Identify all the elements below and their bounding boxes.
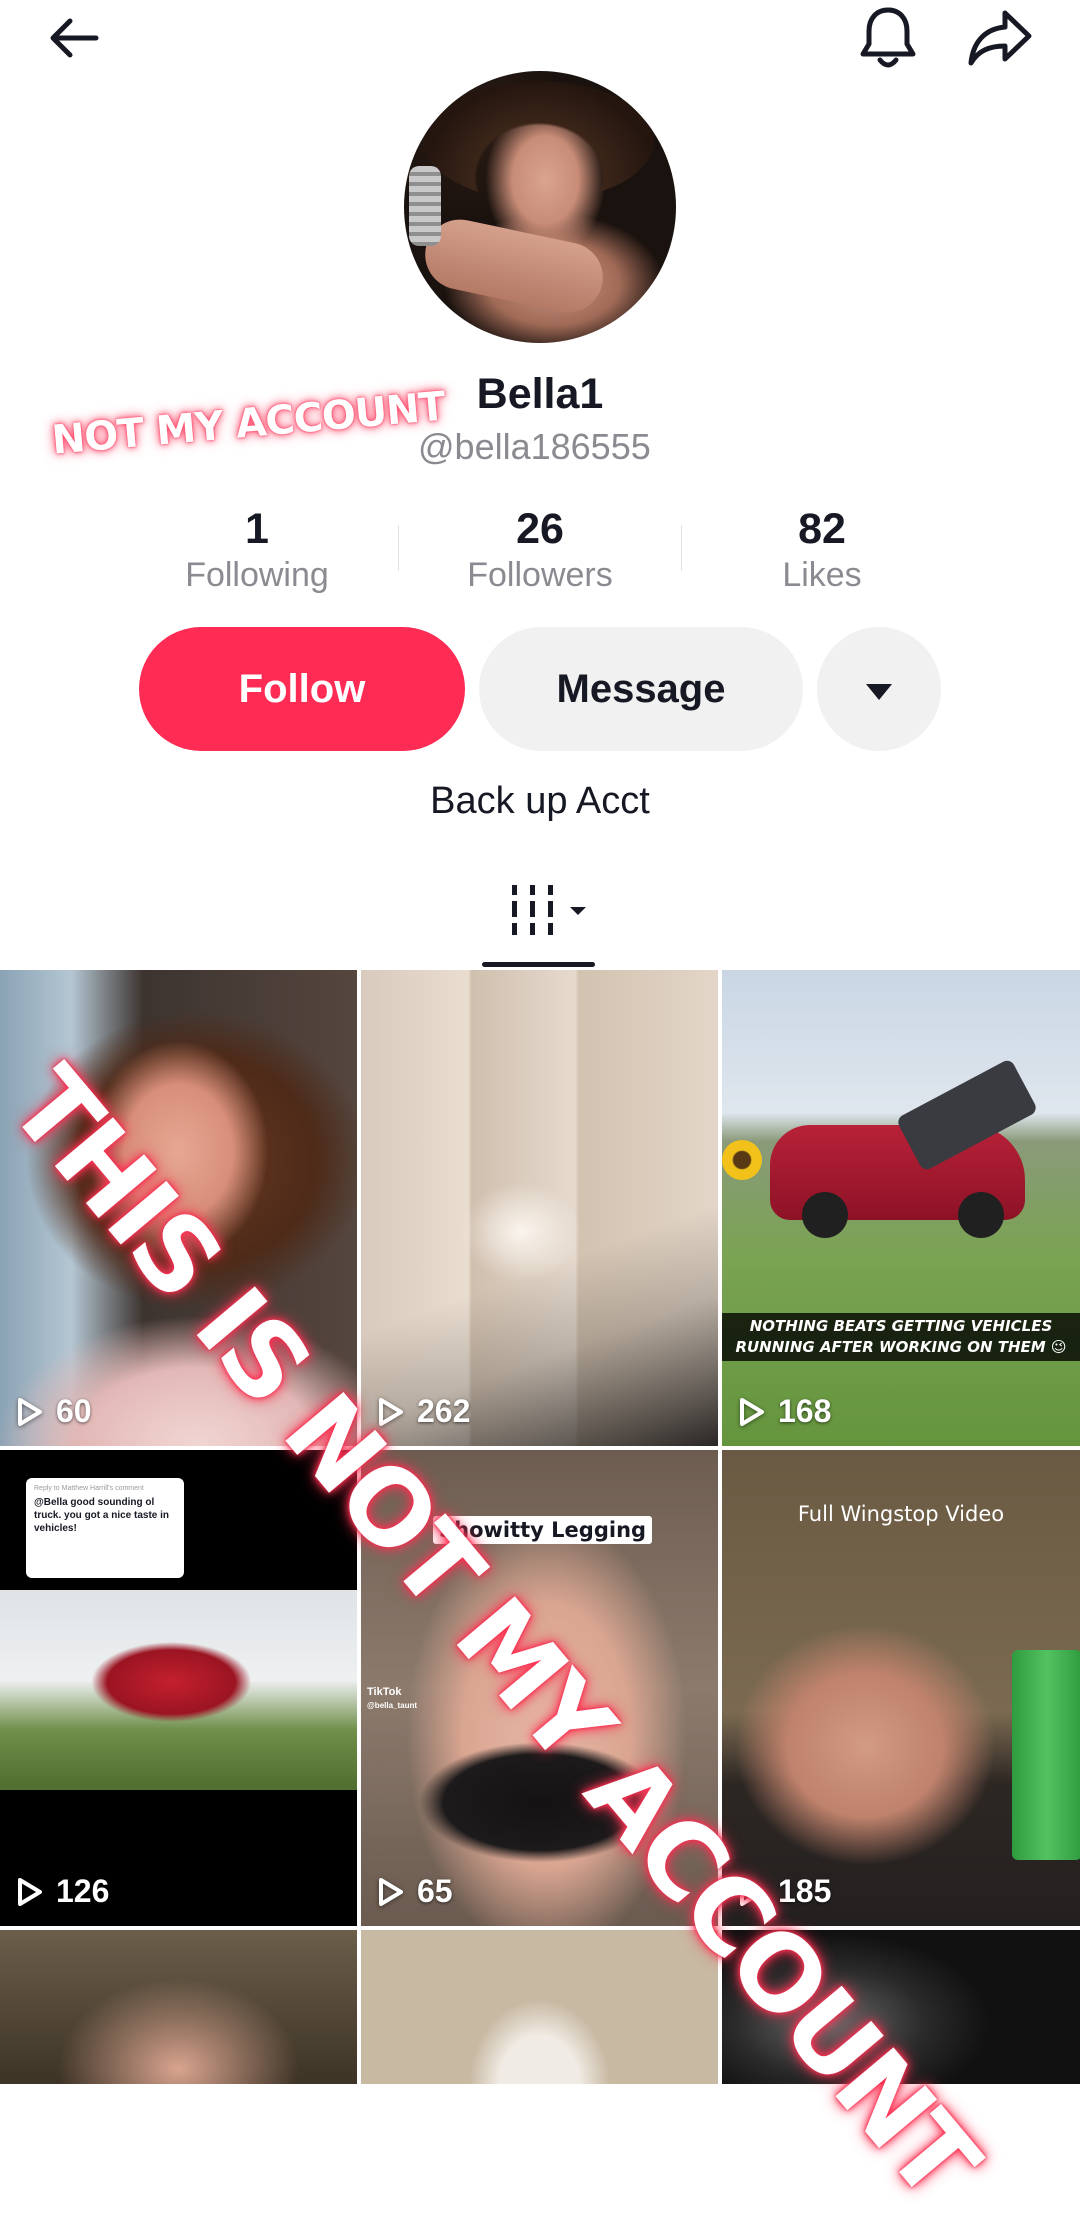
play-icon [16,1877,44,1907]
profile-avatar[interactable] [404,71,676,343]
view-count-value: 168 [778,1393,832,1429]
arrow-left-icon [44,8,104,68]
more-options-button[interactable] [817,627,941,751]
stat-following[interactable]: 1 Following [157,505,357,597]
stat-followers[interactable]: 26 Followers [440,505,640,597]
grid-lines-icon [508,885,598,947]
view-count: 168 [738,1393,831,1430]
view-count: 126 [16,1873,109,1910]
stat-likes-label: Likes [782,556,862,594]
video-caption: NOTHING BEATS GETTING VEHICLES RUNNING A… [722,1313,1080,1361]
profile-bio: Back up Acct [430,780,650,822]
wheel-shape [802,1192,848,1238]
view-count-value: 60 [56,1393,92,1429]
video-thumbnail[interactable]: Reply to Matthew Harrill's comment @Bell… [0,1450,357,1926]
share-arrow-icon [967,7,1033,69]
tiktok-watermark: TikTok @bella_taunt [367,1686,417,1712]
play-icon [377,1877,405,1907]
view-count: 60 [16,1393,92,1430]
sunflower-shape [722,1140,762,1180]
play-icon [16,1397,44,1427]
share-button[interactable] [962,0,1038,76]
video-thumbnail[interactable] [0,1930,357,2084]
video-thumbnail[interactable] [361,1930,718,2084]
reply-header: Reply to Matthew Harrill's comment [34,1485,144,1492]
stat-likes[interactable]: 82 Likes [722,505,922,597]
reply-bubble: Reply to Matthew Harrill's comment @Bell… [26,1478,184,1578]
notification-bell-button[interactable] [850,0,926,76]
message-button[interactable]: Message [479,627,803,751]
stat-followers-value: 26 [516,505,564,553]
view-count: 65 [377,1873,453,1910]
stat-following-value: 1 [245,505,269,553]
username: @bella186555 [418,426,651,467]
wheel-shape [958,1192,1004,1238]
view-count-value: 65 [417,1873,453,1909]
active-tab-indicator [482,962,595,967]
stat-divider [398,525,399,571]
green-cup-shape [1012,1650,1080,1860]
video-caption: Full Wingstop Video [797,1502,1005,1526]
stat-likes-value: 82 [798,505,846,553]
truck-photo [0,1590,357,1790]
video-thumbnail[interactable]: NOTHING BEATS GETTING VEHICLES RUNNING A… [722,970,1080,1446]
caret-down-icon [864,667,894,712]
stat-divider [681,525,682,571]
stat-followers-label: Followers [467,556,613,594]
video-thumbnail[interactable]: 262 [361,970,718,1446]
back-button[interactable] [36,0,112,76]
videos-tab[interactable] [508,883,598,943]
watermark-label: TikTok [367,1686,402,1698]
reply-text: @Bella good sounding ol truck. you got a… [34,1497,170,1534]
view-count-value: 126 [56,1873,110,1909]
video-thumbnail[interactable]: Full Wingstop Video 185 [722,1450,1080,1926]
stat-following-label: Following [185,556,329,594]
play-icon [738,1397,766,1427]
follow-button[interactable]: Follow [139,627,465,751]
bell-icon [856,4,920,72]
view-count-value: 262 [417,1393,471,1429]
watermark-handle: @bella_taunt [367,1701,418,1710]
